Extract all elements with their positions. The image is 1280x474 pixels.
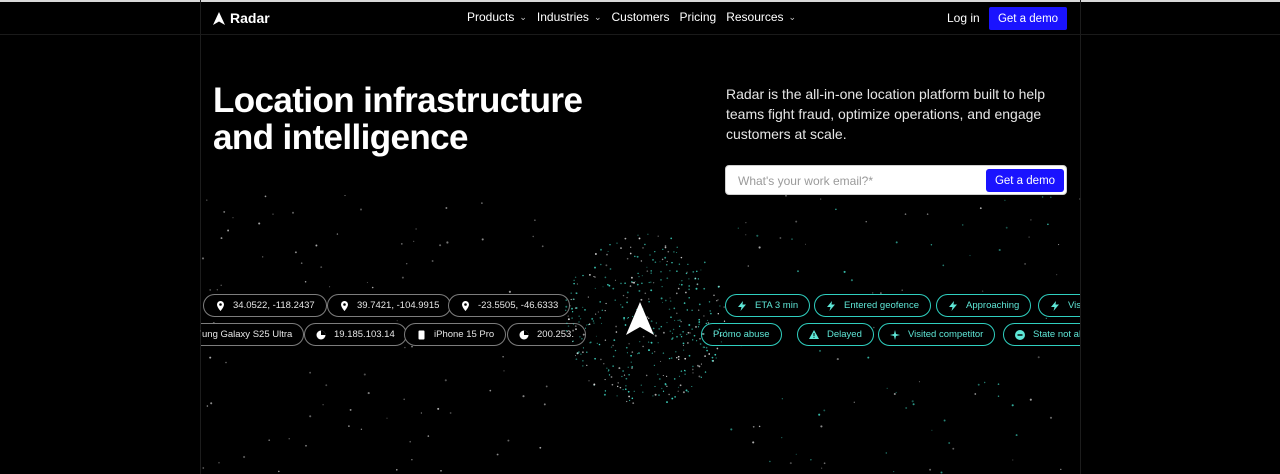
pin-icon (339, 300, 349, 311)
event-chip: Approaching (936, 294, 1032, 317)
nav-industries-label: Industries (536, 10, 589, 24)
chevron-down-icon: ⌄ (593, 11, 602, 22)
chip-label: 19.185.103.14 (334, 329, 395, 340)
coordinate-chip: -23.5505, -46.6333 (448, 294, 571, 317)
chevron-down-icon: ⌄ (519, 11, 527, 22)
chip-label: -23.5505, -46.6333 (478, 300, 559, 311)
bolt-icon (1050, 300, 1060, 311)
chip-label: Entered geofence (844, 300, 920, 311)
chevron-down-icon: ⌄ (788, 11, 797, 22)
radar-logo-icon (213, 11, 225, 25)
nav-products[interactable]: Products ⌄ (467, 10, 527, 24)
hero-headline: Location infrastructure and intelligence (213, 82, 633, 156)
brand-name: Radar (230, 10, 270, 26)
chip-label: Visi (1068, 300, 1080, 311)
event-chip: Visited competitor (878, 323, 996, 346)
nav-customers[interactable]: Customers (611, 10, 669, 24)
chip-label: Delayed (827, 329, 862, 340)
bolt-icon (948, 300, 958, 311)
pin-icon (215, 300, 225, 311)
sparkle-icon (890, 329, 900, 340)
hero-get-demo-button[interactable]: Get a demo (986, 169, 1064, 192)
chip-label: ETA 3 min (755, 300, 799, 311)
nav-resources[interactable]: Resources ⌄ (726, 10, 796, 24)
chip-label: 34.0522, -118.2437 (233, 300, 315, 311)
chip-label: Approaching (966, 300, 1020, 311)
email-form: Get a demo (725, 165, 1067, 195)
chip-label: Visited competitor (908, 329, 984, 340)
event-chip: Delayed (797, 323, 874, 346)
bolt-icon (737, 300, 747, 311)
hero-description: Radar is the all-in-one location platfor… (726, 86, 1046, 142)
coordinate-chip: 34.0522, -118.2437 (203, 294, 327, 317)
work-email-input[interactable] (738, 172, 978, 189)
login-link[interactable]: Log in (947, 11, 980, 25)
device-chip: iPhone 15 Pro (404, 323, 507, 346)
nav-get-demo-button[interactable]: Get a demo (989, 7, 1067, 30)
brand-logo[interactable]: Radar (213, 10, 270, 26)
chip-label: ung Galaxy S25 Ultra (202, 329, 293, 340)
main-menu: Products ⌄ Industries ⌄ Customers Pricin… (467, 10, 806, 24)
event-chip: Entered geofence (814, 294, 932, 317)
pin-icon (460, 300, 470, 311)
nav-pricing-label: Pricing (679, 10, 717, 24)
nav-pricing[interactable]: Pricing (680, 10, 717, 24)
ip-icon (316, 330, 326, 340)
ip-chip: 19.185.103.14 (304, 323, 407, 346)
device-chip: ung Galaxy S25 Ultra (201, 323, 305, 346)
minus-circle-icon (1015, 329, 1025, 340)
headline-line-2: and intelligence (213, 118, 469, 157)
headline-line-1: Location infrastructure (213, 81, 583, 120)
nav-customers-label: Customers (611, 10, 670, 24)
event-chip: ETA 3 min (725, 294, 811, 317)
ip-icon (519, 330, 529, 340)
chip-label: 39.7421, -104.9915 (357, 300, 440, 311)
event-chip: Visi (1038, 294, 1080, 317)
top-nav: Radar Products ⌄ Industries ⌄ Customers … (200, 2, 1081, 34)
navigation-arrow-icon (626, 302, 654, 335)
coordinate-chip: 39.7421, -104.9915 (327, 294, 452, 317)
chip-label: State not all (1033, 329, 1080, 340)
chip-label: iPhone 15 Pro (434, 329, 495, 340)
event-chip: State not all (1003, 323, 1080, 346)
nav-divider (0, 34, 1280, 35)
phone-icon (416, 330, 426, 340)
bolt-icon (826, 300, 836, 311)
nav-industries[interactable]: Industries ⌄ (537, 10, 602, 24)
nav-products-label: Products (467, 10, 515, 24)
warning-icon (809, 330, 819, 340)
nav-resources-label: Resources (726, 10, 784, 24)
